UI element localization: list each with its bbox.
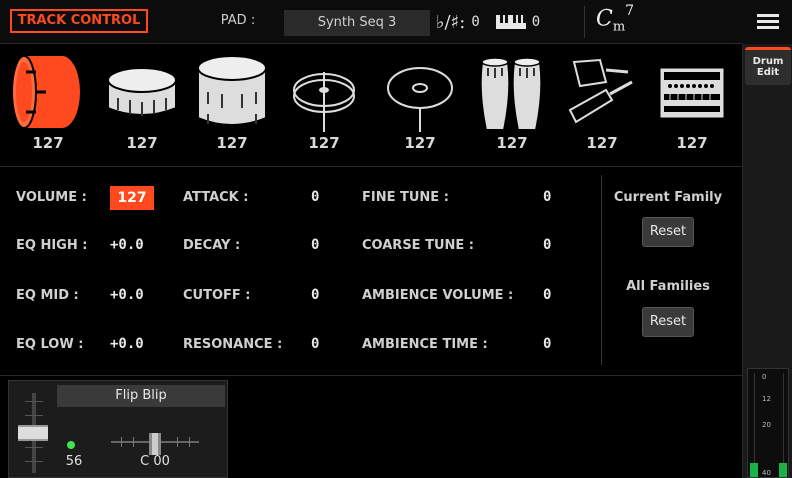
parameter-panel: VOLUME : 127 EQ HIGH : +0.0 EQ MID : +0.… bbox=[0, 166, 742, 376]
eq-high-label: EQ HIGH : bbox=[16, 238, 88, 253]
transpose-label: ♭/♯: bbox=[436, 11, 466, 33]
drum-value: 127 bbox=[32, 134, 64, 152]
octave-value: 0 bbox=[531, 14, 541, 30]
right-sidebar: Drum Edit 0 12 20 40 bbox=[742, 44, 792, 478]
eq-low-value[interactable]: +0.0 bbox=[110, 336, 144, 352]
drum-family-row: 127 127 127 127 127 127 127 127 bbox=[0, 44, 742, 164]
track-strip: Flip Blip 56 C 00 bbox=[8, 380, 228, 478]
drum-family-machine[interactable]: 127 bbox=[648, 48, 736, 160]
transpose-display[interactable]: ♭/♯: 0 0 bbox=[436, 9, 540, 35]
drum-family-conga[interactable]: 127 bbox=[468, 48, 556, 160]
drum-family-ride[interactable]: 127 bbox=[376, 48, 464, 160]
track-pan-value: C 00 bbox=[140, 454, 170, 469]
drum-family-shaker[interactable]: 127 bbox=[558, 48, 646, 160]
drum-family-kick[interactable]: 127 bbox=[4, 48, 92, 160]
conga-icon bbox=[479, 57, 543, 131]
eq-low-label: EQ LOW : bbox=[16, 337, 84, 352]
reset-all-families-button[interactable]: Reset bbox=[642, 307, 694, 337]
meter-scale-label: 40 bbox=[762, 469, 771, 477]
drum-value: 127 bbox=[496, 134, 528, 152]
ride-cymbal-icon bbox=[387, 67, 453, 132]
drum-machine-icon bbox=[659, 67, 725, 119]
resonance-value[interactable]: 0 bbox=[311, 336, 319, 352]
meter-scale-label: 12 bbox=[762, 395, 771, 403]
volume-label: VOLUME : bbox=[16, 190, 87, 205]
cutoff-value[interactable]: 0 bbox=[311, 287, 319, 303]
drum-edit-label-line2: Edit bbox=[756, 67, 780, 78]
eq-mid-label: EQ MID : bbox=[16, 288, 79, 303]
chord-display: Cm7 bbox=[596, 3, 635, 35]
track-name[interactable]: Flip Blip bbox=[57, 385, 225, 407]
cutoff-label: CUTOFF : bbox=[183, 288, 251, 303]
page-title[interactable]: TRACK CONTROL bbox=[10, 9, 148, 33]
eq-high-value[interactable]: +0.0 bbox=[110, 237, 144, 253]
divider bbox=[584, 6, 585, 38]
top-bar: TRACK CONTROL PAD : Synth Seq 3 ♭/♯: 0 0… bbox=[0, 0, 792, 44]
status-led bbox=[67, 441, 75, 449]
coarse-tune-value[interactable]: 0 bbox=[543, 237, 551, 253]
decay-label: DECAY : bbox=[183, 238, 241, 253]
current-family-label: Current Family bbox=[613, 190, 723, 205]
ambience-volume-label: AMBIENCE VOLUME : bbox=[362, 288, 514, 303]
attack-label: ATTACK : bbox=[183, 190, 249, 205]
hihat-cymbal-icon bbox=[293, 72, 355, 132]
ambience-time-label: AMBIENCE TIME : bbox=[362, 337, 488, 352]
drum-value: 127 bbox=[126, 134, 158, 152]
drum-value: 127 bbox=[308, 134, 340, 152]
resonance-label: RESONANCE : bbox=[183, 337, 283, 352]
all-families-label: All Families bbox=[626, 279, 710, 294]
divider bbox=[601, 175, 602, 365]
volume-fader-handle[interactable] bbox=[18, 425, 48, 441]
tom-drum-icon bbox=[197, 55, 267, 126]
drum-value: 127 bbox=[586, 134, 618, 152]
ambience-time-value[interactable]: 0 bbox=[543, 336, 551, 352]
level-meter: 0 12 20 40 bbox=[747, 368, 789, 478]
meter-bar-right bbox=[779, 463, 787, 477]
drum-value: 127 bbox=[404, 134, 436, 152]
kick-drum-icon bbox=[12, 55, 80, 129]
fine-tune-label: FINE TUNE : bbox=[362, 190, 449, 205]
pan-slider-handle[interactable] bbox=[149, 433, 161, 455]
meter-scale-label: 0 bbox=[762, 373, 767, 381]
snare-drum-icon bbox=[107, 67, 177, 116]
drum-family-snare[interactable]: 127 bbox=[98, 48, 186, 160]
coarse-tune-label: COARSE TUNE : bbox=[362, 238, 474, 253]
keyboard-icon bbox=[495, 15, 526, 29]
drum-family-tom[interactable]: 127 bbox=[188, 48, 276, 160]
volume-value[interactable]: 127 bbox=[110, 186, 154, 210]
shaker-icon bbox=[568, 58, 633, 124]
pad-label: PAD : bbox=[220, 13, 256, 28]
drum-family-hihat[interactable]: 127 bbox=[280, 48, 368, 160]
attack-value[interactable]: 0 bbox=[311, 189, 319, 205]
drum-value: 127 bbox=[216, 134, 248, 152]
drum-value: 127 bbox=[676, 134, 708, 152]
drum-edit-label-line1: Drum bbox=[752, 56, 784, 67]
pad-selector[interactable]: Synth Seq 3 bbox=[284, 10, 430, 36]
reset-current-family-button[interactable]: Reset bbox=[642, 217, 694, 247]
chord-quality: m bbox=[612, 19, 626, 35]
decay-value[interactable]: 0 bbox=[311, 237, 319, 253]
ambience-volume-value[interactable]: 0 bbox=[543, 287, 551, 303]
eq-mid-value[interactable]: +0.0 bbox=[110, 287, 144, 303]
track-volume-value: 56 bbox=[65, 454, 83, 469]
pan-slider[interactable] bbox=[111, 433, 199, 455]
meter-scale-label: 20 bbox=[762, 421, 771, 429]
transpose-value: 0 bbox=[471, 14, 480, 30]
hamburger-menu-icon[interactable] bbox=[742, 0, 792, 44]
chord-extension: 7 bbox=[625, 3, 635, 19]
chord-root: C bbox=[596, 6, 613, 32]
meter-bar-left bbox=[750, 463, 758, 477]
fine-tune-value[interactable]: 0 bbox=[543, 189, 551, 205]
drum-edit-button[interactable]: Drum Edit bbox=[745, 47, 791, 85]
